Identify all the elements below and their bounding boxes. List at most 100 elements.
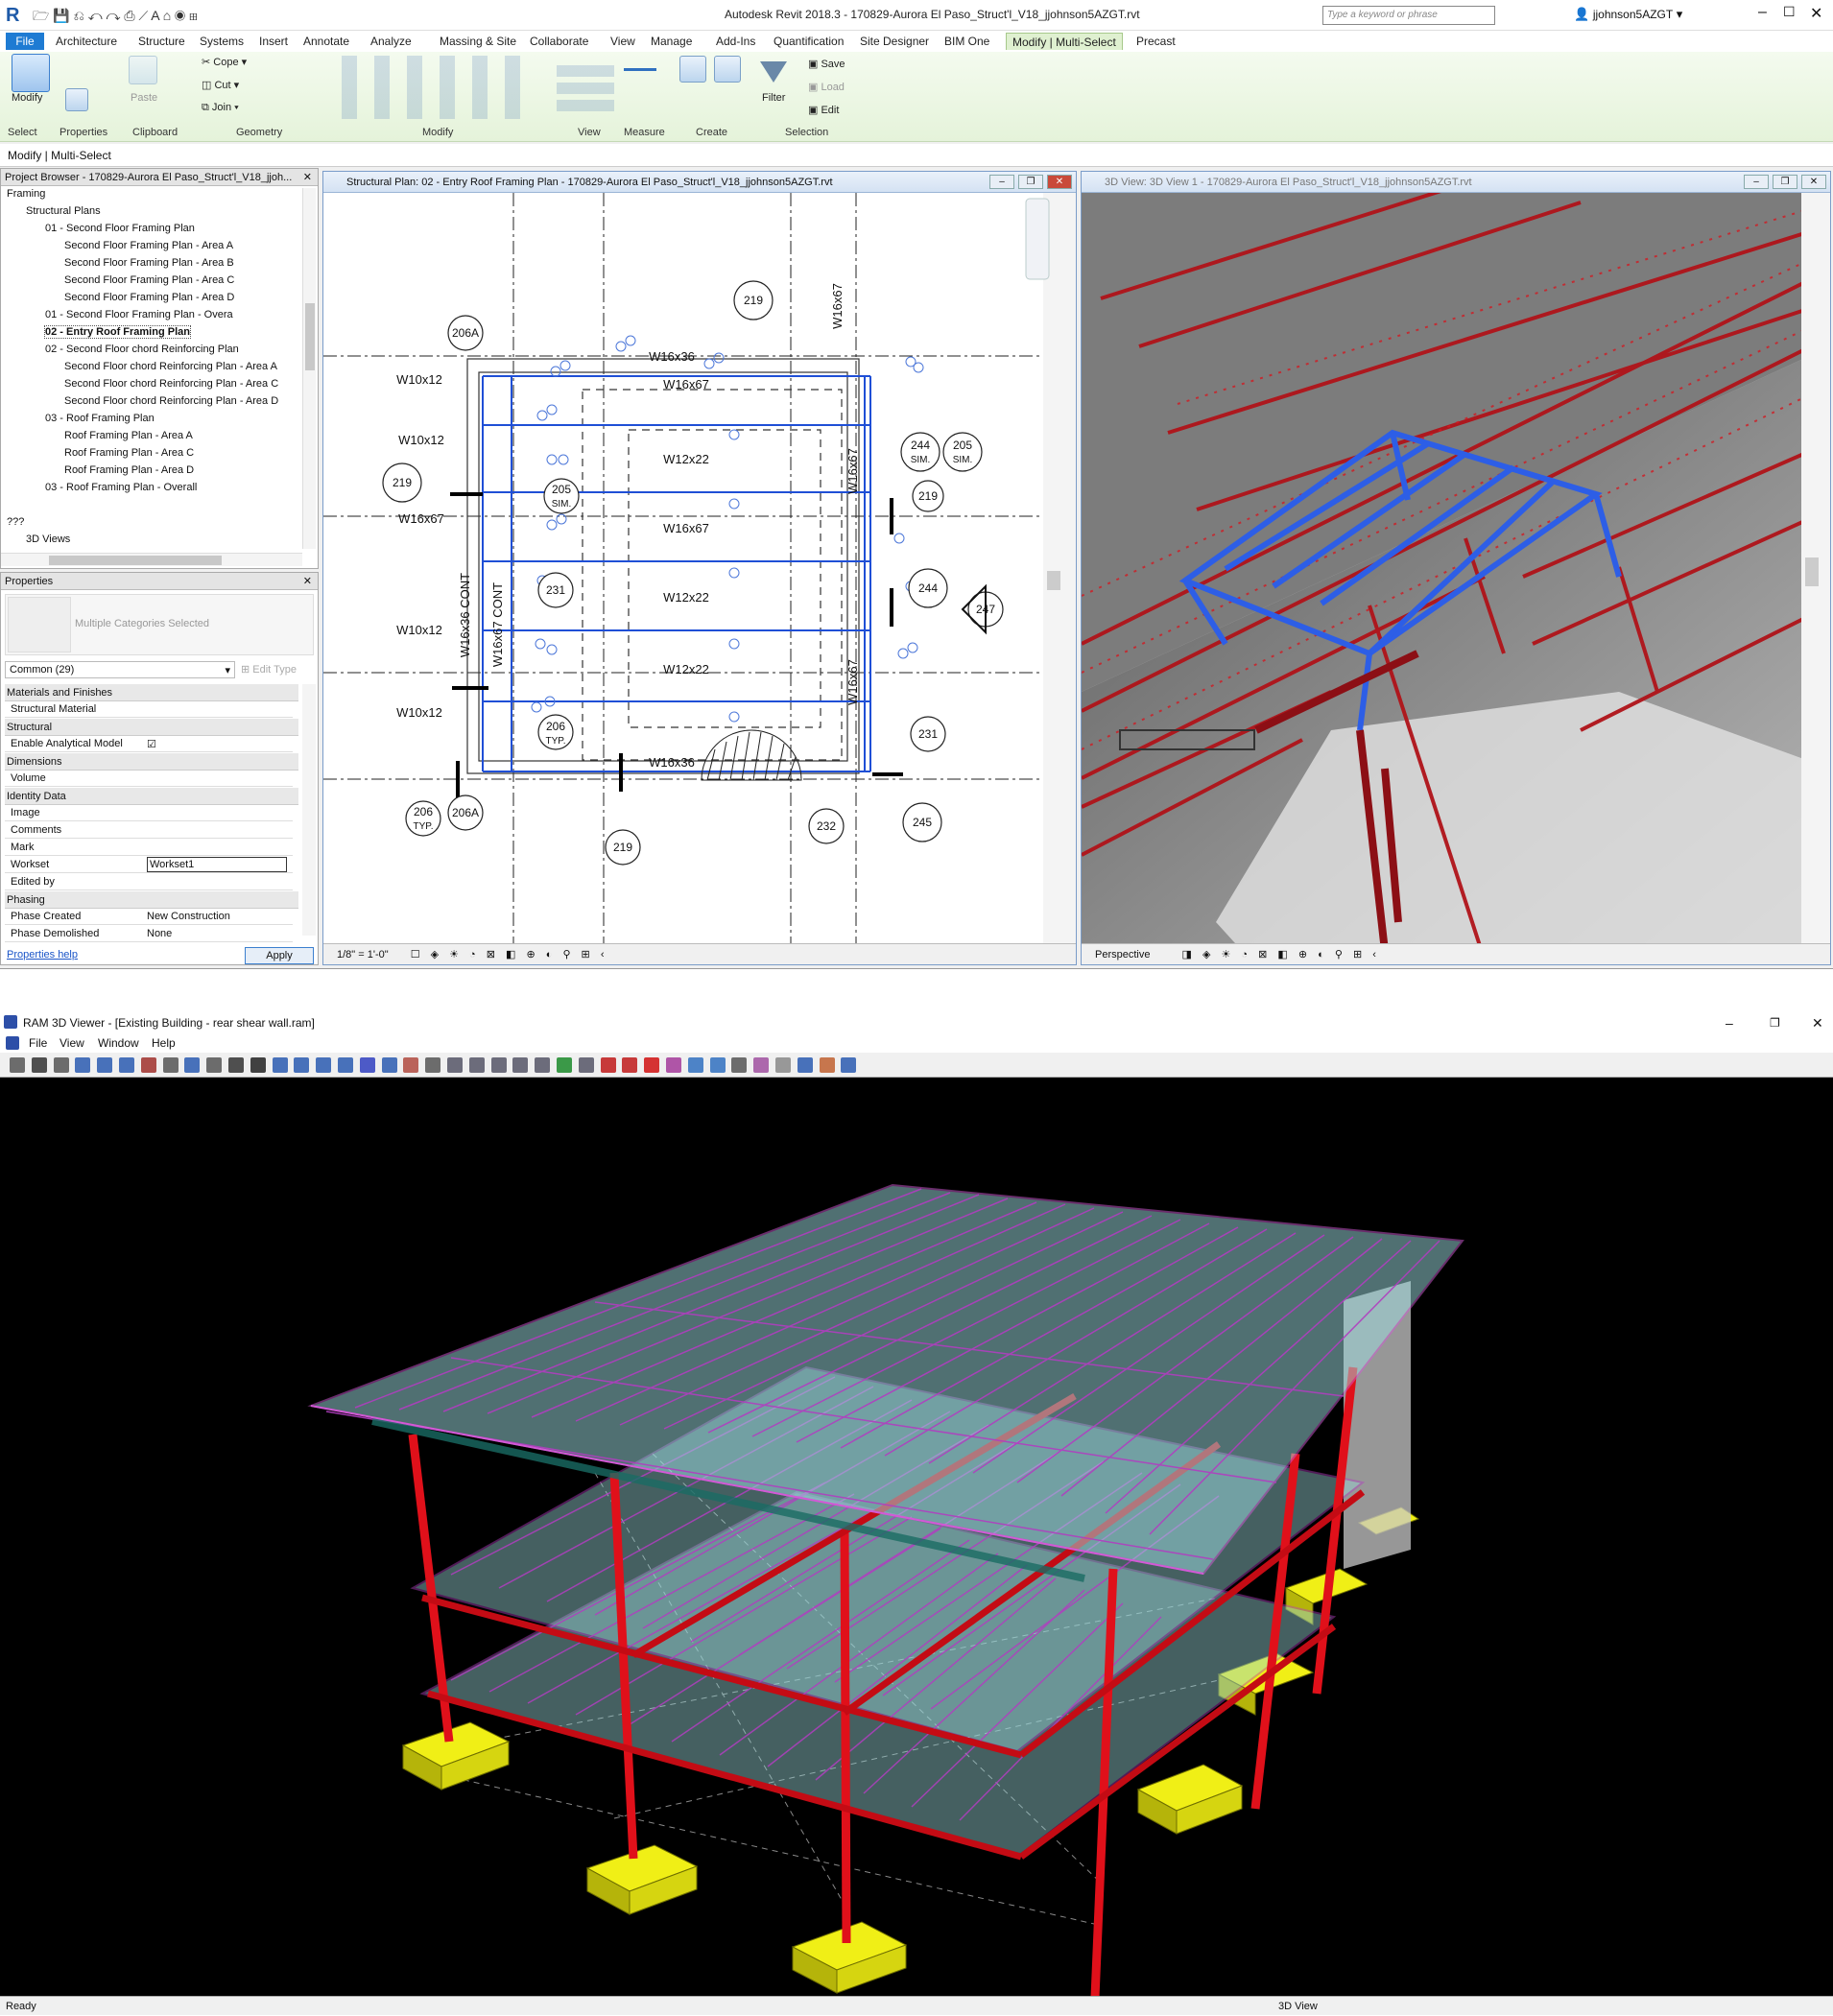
toolbar-button[interactable] [841,1057,857,1073]
browser-item[interactable]: Second Floor Framing Plan - Area C [64,274,234,286]
browser-item[interactable]: Second Floor chord Reinforcing Plan - Ar… [64,378,278,390]
browser-item[interactable]: 03 - Roof Framing Plan - Overall [45,482,197,493]
close-view-button[interactable]: ✕ [1047,175,1072,189]
toolbar-button[interactable] [468,1057,485,1073]
property-row[interactable]: Phase Demolished None [5,926,293,942]
tab-systems[interactable]: Systems [194,33,250,50]
ram-3d-model[interactable] [0,1079,1833,1996]
browser-item[interactable]: Second Floor chord Reinforcing Plan - Ar… [64,361,277,372]
toolbar-button[interactable] [272,1057,288,1073]
toolbar-button[interactable] [316,1057,332,1073]
property-row[interactable]: Workset Workset1 [5,857,293,873]
detail-tag[interactable]: 205 [552,483,571,496]
property-value[interactable]: None [147,928,172,939]
cut-button[interactable]: ◫ Cut ▾ [202,79,239,91]
edit-type-button[interactable]: ⊞ Edit Type [241,663,297,676]
tab-collaborate[interactable]: Collaborate [524,33,594,50]
detail-tag[interactable]: 219 [613,841,632,854]
modify-tool-icon[interactable] [12,54,50,92]
property-row[interactable]: Image [5,805,293,821]
property-value[interactable]: New Construction [147,911,230,922]
property-section[interactable]: Identity Data [5,788,298,805]
detail-tag[interactable]: 206A [452,806,479,819]
apply-button[interactable]: Apply [245,947,314,964]
tab-architecture[interactable]: Architecture [50,33,123,50]
toolbar-button[interactable] [775,1057,791,1073]
tab-structure[interactable]: Structure [132,33,191,50]
toolbar-button[interactable] [709,1057,726,1073]
detail-tag[interactable]: 219 [393,476,412,489]
detail-tag[interactable]: 206 [414,805,433,818]
toolbar-button[interactable] [381,1057,397,1073]
3d-model-view[interactable] [1082,193,1830,943]
type-selector[interactable]: Multiple Categories Selected [5,594,314,655]
browser-item[interactable]: Roof Framing Plan - Area D [64,464,194,476]
tab-insert[interactable]: Insert [253,33,294,50]
property-row[interactable]: Edited by [5,874,293,890]
property-row[interactable]: Volume [5,771,293,787]
restore-button[interactable]: ❐ [1770,1012,1780,1033]
browser-item[interactable]: 02 - Entry Roof Framing Plan [44,325,191,339]
toolbar-button[interactable] [644,1057,660,1073]
browser-item[interactable]: 3D Views [26,534,70,545]
browser-item[interactable]: Framing [7,188,45,200]
create-parts-icon[interactable] [714,56,741,83]
property-section[interactable]: Phasing [5,891,298,909]
join-button[interactable]: ⧉ Join ▾ [202,102,239,114]
browser-item[interactable]: 01 - Second Floor Framing Plan [45,223,195,234]
tab-modify-multi-select[interactable]: Modify | Multi-Select [1006,33,1123,50]
browser-item[interactable]: Roof Framing Plan - Area C [64,447,194,459]
property-section[interactable]: Dimensions [5,753,298,771]
maximize-button[interactable]: ☐ [1783,4,1796,20]
property-row[interactable]: Comments [5,822,293,839]
detail-tag[interactable]: 232 [817,819,836,833]
property-row[interactable]: Phase Created New Construction [5,909,293,925]
tab-quantification[interactable]: Quantification [768,33,849,50]
close-icon[interactable]: ✕ [303,169,312,186]
detail-tag[interactable]: 244 [911,439,930,452]
minimize-button[interactable]: – [1726,1012,1733,1033]
property-row[interactable]: Structural Material [5,701,293,718]
toolbar-button[interactable] [10,1057,25,1073]
menu-view[interactable]: View [60,1036,84,1050]
toolbar-button[interactable] [53,1057,69,1073]
detail-tag[interactable]: 206A [452,326,479,340]
toolbar-button[interactable] [162,1057,179,1073]
tab-precast[interactable]: Precast [1131,33,1181,50]
select-dropdown[interactable]: Select [8,127,37,138]
detail-tag[interactable]: 245 [913,816,932,829]
detail-tag[interactable]: 206 [546,720,565,733]
tab-massing-site[interactable]: Massing & Site [434,33,522,50]
navigation-bar[interactable] [1025,198,1050,280]
toolbar-button[interactable] [250,1057,266,1073]
menu-file[interactable]: File [29,1036,47,1050]
save-selection-button[interactable]: ▣ Save [808,58,845,70]
toolbar-button[interactable] [119,1057,134,1073]
instance-filter-dropdown[interactable]: Common (29) ▾ [5,661,235,678]
filter-button[interactable]: Filter [762,92,785,104]
toolbar-button[interactable] [359,1057,375,1073]
browser-item[interactable]: Second Floor Framing Plan - Area B [64,257,234,269]
property-row[interactable]: Mark [5,840,293,856]
cope-button[interactable]: ✂ Cope ▾ [202,56,247,68]
detail-tag[interactable]: 205 [953,439,972,452]
tab-bim-one[interactable]: BIM One [939,33,995,50]
browser-item[interactable]: ??? [7,516,24,528]
browser-item[interactable]: 03 - Roof Framing Plan [45,413,155,424]
detail-tag[interactable]: 219 [918,489,938,503]
toolbar-button[interactable] [797,1057,813,1073]
toolbar-button[interactable] [31,1057,47,1073]
detail-tag[interactable]: 231 [918,727,938,741]
toolbar-button[interactable] [666,1057,681,1073]
toolbar-button[interactable] [294,1057,310,1073]
horizontal-scrollbar[interactable] [1,553,302,566]
toolbar-button[interactable] [600,1057,616,1073]
detail-tag[interactable]: 244 [918,581,938,595]
quick-access-toolbar[interactable]: 🗁 💾 ⎌ ↶ ↷ ⎙ ⟋ A ⌂ ◉ ⊞ [33,6,198,25]
property-value[interactable]: Workset1 [147,857,287,872]
browser-item[interactable]: Second Floor Framing Plan - Area D [64,292,234,303]
create-assembly-icon[interactable] [679,56,706,83]
plan-view-control-bar[interactable]: 1/8" = 1'-0" ☐ ◈ ☀ ◔ ⊠ ◧ ⊕ ◐ ⚲ ⊞ ‹ [323,943,1076,964]
vertical-scrollbar[interactable] [302,188,316,549]
toolbar-button[interactable] [425,1057,441,1073]
